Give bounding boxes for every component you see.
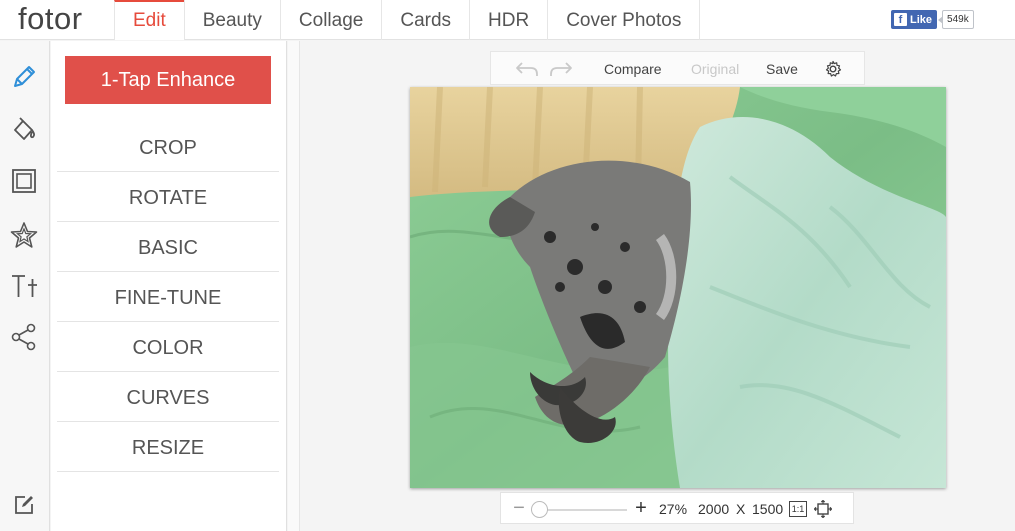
- dimension-separator: X: [736, 501, 746, 517]
- original-button[interactable]: Original: [691, 52, 739, 86]
- share-icon[interactable]: [8, 321, 40, 353]
- facebook-icon: f: [894, 13, 907, 26]
- menu-item-fine-tune[interactable]: FINE-TUNE: [57, 272, 279, 322]
- paint-bucket-icon[interactable]: [8, 114, 40, 146]
- frame-icon[interactable]: [8, 165, 40, 197]
- actual-size-button[interactable]: 1:1: [789, 501, 807, 517]
- menu-item-rotate[interactable]: ROTATE: [57, 172, 279, 222]
- zoom-in-button[interactable]: +: [633, 497, 649, 519]
- redo-icon[interactable]: [549, 60, 573, 78]
- facebook-like-label: Like: [910, 13, 933, 26]
- facebook-like-count: 549k: [938, 10, 974, 29]
- one-tap-enhance-button[interactable]: 1-Tap Enhance: [65, 56, 271, 104]
- undo-icon[interactable]: [515, 60, 539, 78]
- zoom-slider-handle[interactable]: [531, 501, 548, 518]
- facebook-like-button[interactable]: f Like: [891, 10, 938, 29]
- menu-item-crop[interactable]: CROP: [57, 122, 279, 172]
- zoom-bar: − + 27% 2000 X 1500 1:1: [500, 492, 854, 524]
- menu-item-resize[interactable]: RESIZE: [57, 422, 279, 472]
- tab-beauty[interactable]: Beauty: [183, 0, 280, 40]
- panel-divider: [288, 41, 300, 531]
- edit-note-icon[interactable]: [8, 489, 40, 521]
- tab-hdr[interactable]: HDR: [469, 0, 547, 40]
- tool-category-rail: [0, 41, 50, 531]
- edit-tools-panel: 1-Tap Enhance CROP ROTATE BASIC FINE-TUN…: [51, 41, 287, 531]
- image-width: 2000: [698, 501, 730, 517]
- edit-tools-menu: CROP ROTATE BASIC FINE-TUNE COLOR CURVES…: [57, 122, 279, 472]
- menu-item-color[interactable]: COLOR: [57, 322, 279, 372]
- fotor-logo[interactable]: fotor: [18, 0, 83, 40]
- menu-item-curves[interactable]: CURVES: [57, 372, 279, 422]
- compare-button[interactable]: Compare: [604, 52, 662, 86]
- tab-edit[interactable]: Edit: [114, 0, 184, 40]
- gear-icon[interactable]: [824, 60, 842, 78]
- zoom-percent: 27%: [659, 501, 688, 517]
- tab-cards[interactable]: Cards: [381, 0, 469, 40]
- image-height: 1500: [752, 501, 784, 517]
- main-tabs: Edit Beauty Collage Cards HDR Cover Phot…: [114, 0, 701, 40]
- facebook-like-widget: f Like 549k: [891, 10, 974, 29]
- star-icon[interactable]: [8, 219, 40, 251]
- tab-collage[interactable]: Collage: [279, 0, 381, 40]
- photo-canvas[interactable]: [410, 87, 946, 488]
- canvas-toolbar: Compare Original Save: [490, 51, 865, 85]
- menu-item-basic[interactable]: BASIC: [57, 222, 279, 272]
- tab-cover-photos[interactable]: Cover Photos: [547, 0, 701, 40]
- dog-photo: [410, 87, 946, 488]
- top-navigation-bar: fotor Edit Beauty Collage Cards HDR Cove…: [0, 0, 1015, 40]
- zoom-out-button[interactable]: −: [511, 497, 527, 519]
- text-icon[interactable]: [8, 270, 40, 302]
- fit-screen-icon[interactable]: [813, 499, 833, 519]
- pencil-icon[interactable]: [8, 61, 40, 93]
- save-button[interactable]: Save: [766, 52, 798, 86]
